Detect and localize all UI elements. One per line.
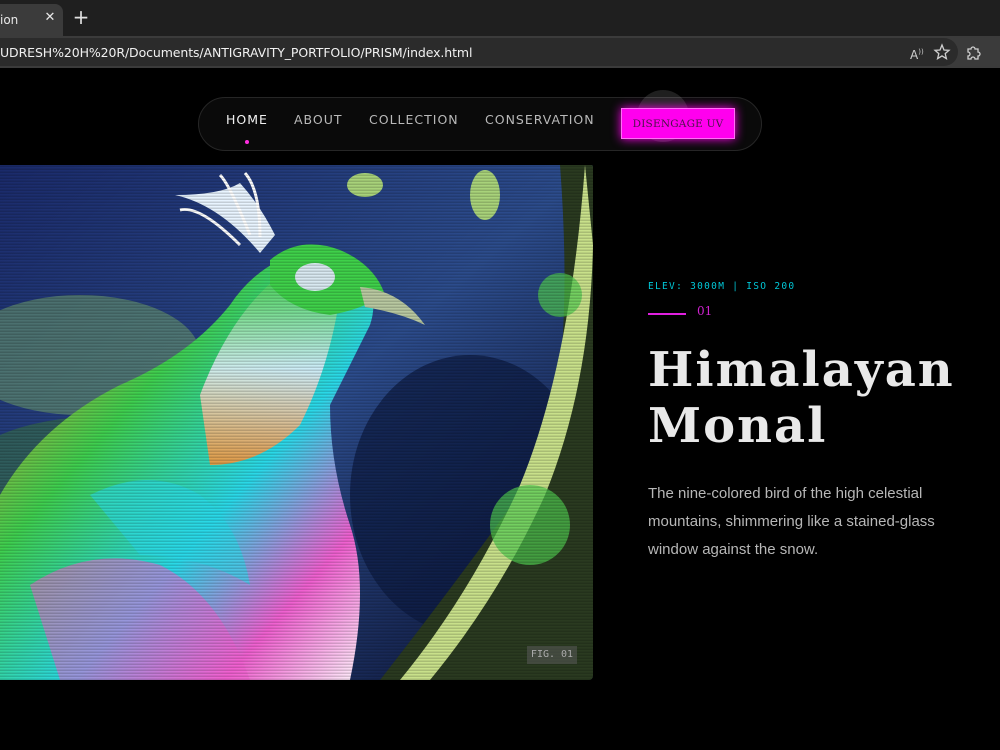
browser-tab[interactable]: ion ✕ — [0, 4, 63, 36]
description: The nine-colored bird of the high celest… — [648, 485, 935, 558]
browser-tabbar: ion ✕ + — [0, 0, 1000, 36]
new-tab-button[interactable]: + — [71, 7, 91, 28]
photo-meta: ELEV: 3000M | ISO 200 — [648, 281, 796, 292]
monal-illustration — [0, 165, 593, 680]
item-number: 01 — [697, 304, 713, 318]
main-nav: HOME ABOUT COLLECTION CONSERVATION DISEN… — [198, 90, 762, 151]
favorite-star-icon[interactable] — [933, 43, 951, 61]
url-text[interactable]: UDRESH%20H%20R/Documents/ANTIGRAVITY_POR… — [0, 45, 472, 60]
nav-conservation[interactable]: CONSERVATION — [485, 112, 595, 127]
browser-toolbar: UDRESH%20H%20R/Documents/ANTIGRAVITY_POR… — [0, 36, 1000, 68]
page-title: Himalayan Monal — [648, 342, 955, 454]
active-indicator — [245, 140, 249, 144]
page-viewport: HOME ABOUT COLLECTION CONSERVATION DISEN… — [0, 68, 1000, 750]
nav-home[interactable]: HOME — [226, 112, 268, 127]
nav-about[interactable]: ABOUT — [294, 112, 343, 127]
tab-title: ion — [0, 13, 19, 27]
number-divider — [648, 313, 686, 315]
tab-close-icon[interactable]: ✕ — [42, 10, 58, 26]
address-bar[interactable]: UDRESH%20H%20R/Documents/ANTIGRAVITY_POR… — [0, 38, 958, 66]
hero-bird-image: FIG. 01 — [0, 165, 593, 680]
read-aloud-label: A — [910, 48, 919, 62]
figure-label: FIG. 01 — [527, 646, 577, 664]
extensions-icon[interactable] — [964, 43, 982, 61]
disengage-uv-button[interactable]: DISENGAGE UV — [621, 108, 735, 139]
read-aloud-icon[interactable]: A)) — [910, 43, 928, 62]
nav-collection[interactable]: COLLECTION — [369, 112, 459, 127]
